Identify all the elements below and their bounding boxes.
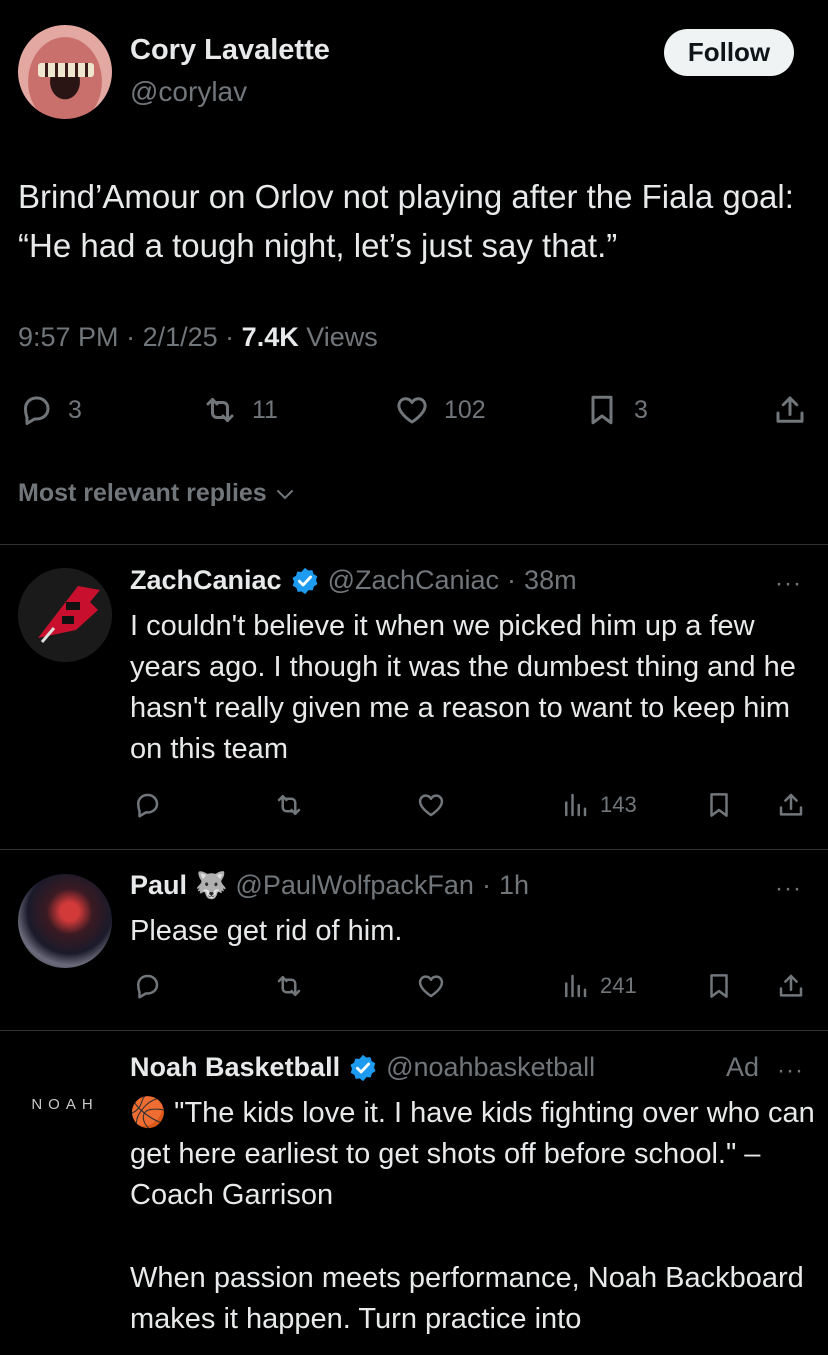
ad-author[interactable]: Noah Basketball @noahbasketball <box>130 1052 595 1083</box>
wolf-emoji-icon: 🐺 <box>195 870 228 900</box>
ad-name: Noah Basketball <box>130 1052 341 1082</box>
tweet-date[interactable]: 2/1/25 <box>143 322 218 352</box>
divider <box>0 544 828 545</box>
divider <box>0 849 828 850</box>
views-button[interactable]: 241 <box>560 971 637 1001</box>
analytics-icon <box>565 974 587 998</box>
reply-author[interactable]: Paul 🐺 @PaulWolfpackFan · 1h <box>130 870 529 901</box>
share-icon <box>779 793 803 816</box>
reply-icon <box>137 974 159 999</box>
heart-icon <box>397 397 427 424</box>
noah-logo[interactable]: NOAH <box>18 1096 112 1113</box>
more-options-icon[interactable]: ··· <box>775 570 802 598</box>
views-label: Views <box>306 322 378 352</box>
reply-button[interactable] <box>132 971 162 1001</box>
ad-text-line1: "The kids love it. I have kids fighting … <box>130 1097 815 1211</box>
reply-avatar[interactable] <box>18 874 112 968</box>
bookmark-count: 3 <box>634 395 648 424</box>
reply-name: ZachCaniac <box>130 565 282 595</box>
share-button[interactable] <box>776 790 806 820</box>
repost-button[interactable] <box>274 971 304 1001</box>
reply-author[interactable]: ZachCaniac @ZachCaniac · 38m <box>130 565 577 596</box>
reply-button[interactable]: 3 <box>18 392 82 428</box>
reply-button[interactable] <box>132 790 162 820</box>
bookmark-button[interactable] <box>704 790 734 820</box>
like-button[interactable] <box>416 790 446 820</box>
analytics-icon <box>565 793 587 817</box>
share-button[interactable] <box>776 971 806 1001</box>
separator: · <box>481 870 491 900</box>
reply-handle: @ZachCaniac <box>327 565 500 595</box>
heart-icon <box>418 794 444 817</box>
repost-icon <box>277 976 301 996</box>
basketball-emoji-icon: 🏀 <box>130 1097 167 1129</box>
tweet-time[interactable]: 9:57 PM <box>18 322 119 352</box>
follow-button[interactable]: Follow <box>664 29 794 76</box>
ad-handle: @noahbasketball <box>386 1052 596 1082</box>
like-button[interactable] <box>416 971 446 1001</box>
bookmark-icon <box>591 395 613 425</box>
more-options-icon[interactable]: ··· <box>777 1057 804 1085</box>
author-handle[interactable]: @corylav <box>130 76 247 108</box>
tweet-meta: 9:57 PM · 2/1/25 · 7.4K Views <box>18 322 378 353</box>
share-icon <box>776 396 804 423</box>
bookmark-icon <box>710 793 728 817</box>
reply-handle: @PaulWolfpackFan <box>235 870 474 900</box>
separator: · <box>507 565 517 595</box>
ad-text-line2: When passion meets performance, Noah Bac… <box>130 1262 804 1335</box>
tweet-text: Brind’Amour on Orlov not playing after t… <box>18 178 794 264</box>
separator: · <box>126 322 143 352</box>
chevron-down-icon <box>276 489 293 499</box>
more-options-icon[interactable]: ··· <box>775 875 802 903</box>
heart-icon <box>418 975 444 998</box>
reply-count: 3 <box>68 395 82 424</box>
reply-avatar[interactable] <box>18 568 112 662</box>
repost-count: 11 <box>252 395 278 424</box>
reply-icon <box>24 396 50 425</box>
reply-text: I couldn't believe it when we picked him… <box>130 610 796 765</box>
reply-time: 38m <box>524 565 577 595</box>
verified-badge-icon <box>350 1054 376 1081</box>
author-avatar[interactable] <box>18 25 112 119</box>
divider <box>0 1030 828 1031</box>
ad-label: Ad <box>726 1052 760 1082</box>
separator: · <box>225 322 242 352</box>
views-button[interactable]: 143 <box>560 790 637 820</box>
verified-badge-icon <box>292 567 318 594</box>
author-name[interactable]: Cory Lavalette <box>130 34 330 67</box>
hurricanes-logo-icon <box>18 568 112 662</box>
reply-time: 1h <box>498 870 529 900</box>
repost-button[interactable]: 11 <box>202 392 278 428</box>
sort-replies-dropdown[interactable]: Most relevant replies <box>18 479 297 508</box>
share-button[interactable] <box>772 392 808 428</box>
repost-icon <box>277 795 301 815</box>
repost-button[interactable] <box>274 790 304 820</box>
repost-icon <box>206 398 234 422</box>
bookmark-icon <box>710 974 728 998</box>
views-count: 7.4K <box>241 322 299 352</box>
views-count: 143 <box>600 792 637 817</box>
reply-text: Please get rid of him. <box>130 915 403 947</box>
views-count: 241 <box>600 973 637 998</box>
like-count: 102 <box>444 395 486 424</box>
reply-icon <box>137 793 159 818</box>
reply-name: Paul <box>130 870 188 900</box>
like-button[interactable]: 102 <box>394 392 486 428</box>
sort-label: Most relevant replies <box>18 479 267 507</box>
share-icon <box>779 974 803 997</box>
bookmark-button[interactable]: 3 <box>584 392 648 428</box>
ad-text: 🏀 "The kids love it. I have kids fightin… <box>130 1093 820 1216</box>
bookmark-button[interactable] <box>704 971 734 1001</box>
